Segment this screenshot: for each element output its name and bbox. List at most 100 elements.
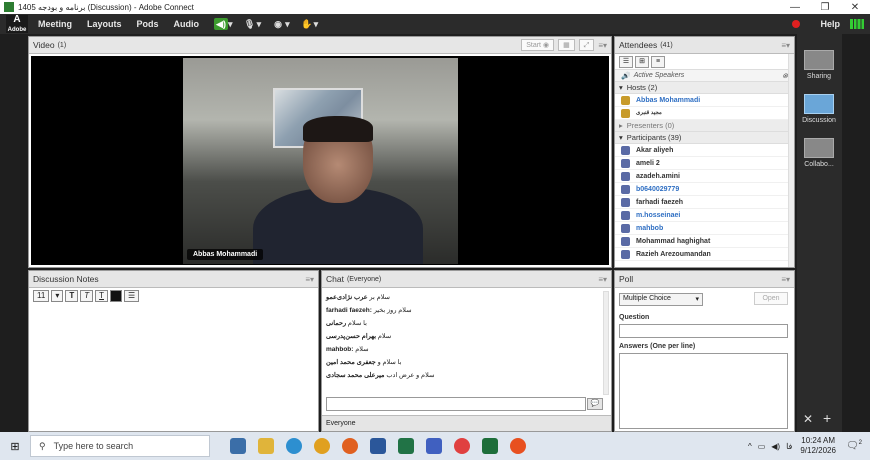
message-text: سلام [353,346,369,353]
video-pod-title: Video [33,40,55,50]
network-icon[interactable]: ▭ [758,442,766,451]
bullet-list-icon[interactable]: ☰ [124,290,140,302]
adobe-connect-icon[interactable] [482,438,498,454]
layout-sharing[interactable]: Sharing [801,50,837,80]
breakout-icon[interactable]: ⊞ [635,55,649,68]
list-item[interactable]: b0640029779 [615,183,794,196]
list-item[interactable]: Akar aliyeh [615,144,794,157]
raise-hand-icon: ✋ [301,19,313,29]
chevron-up-icon[interactable]: ^ [748,442,752,451]
notification-icon[interactable]: 🗨2 [846,440,862,451]
app-icon[interactable] [510,438,526,454]
layout-collaboration[interactable]: Collabo... [801,138,837,168]
question-input[interactable] [619,324,788,338]
menu-audio[interactable]: Audio [174,19,200,29]
edge-icon[interactable] [286,438,302,454]
chat-input[interactable] [326,397,586,411]
bold-icon[interactable]: T [65,290,79,302]
start-webcam-button[interactable]: Start ◉ [521,39,555,51]
message-user: رحمانی [326,320,347,327]
webcam-control[interactable]: ◉ ▾ [271,18,289,30]
list-item[interactable]: مجید قنبری [615,107,794,120]
presenters-group-header[interactable]: ▸ Presenters (0) [615,120,794,132]
pod-menu-icon[interactable]: ≡▾ [598,41,607,50]
pod-menu-icon[interactable]: ≡▾ [305,275,314,284]
chat-message: سلام بر عرب نژادی‌عمو [326,291,599,304]
answers-label: Answers (One per line) [619,343,696,350]
speaker-icon: 🔊 [621,72,630,80]
add-layout-icon[interactable]: + [823,410,831,426]
raise-hand-control[interactable]: ✋ ▾ [300,18,318,30]
underline-icon[interactable]: T [95,290,108,302]
menu-pods[interactable]: Pods [137,19,159,29]
participant-user-icon [621,223,630,233]
send-message-icon[interactable]: 💬 [587,398,603,410]
list-view-icon[interactable]: ☰ [619,55,633,68]
hosts-group-header[interactable]: ▾ Hosts (2) [615,82,794,94]
italic-icon[interactable]: T [80,290,94,302]
notes-format-bar: 11 ▾ T T T ☰ [29,288,318,304]
list-item[interactable]: Abbas Mohammadi [615,94,794,107]
attendees-scrollbar[interactable] [788,54,794,267]
help-menu[interactable]: Help [820,19,840,29]
active-speakers-bar[interactable]: 🔊 Active Speakers ⊗ [615,70,794,82]
pod-menu-icon[interactable]: ≡▾ [781,41,790,50]
list-item[interactable]: azadeh.amini [615,170,794,183]
list-item[interactable]: Razieh Arezoumandan [615,248,794,261]
tools-icon[interactable]: ✕ [803,412,813,426]
file-explorer-icon[interactable] [258,438,274,454]
list-item[interactable]: farhadi faezeh [615,196,794,209]
status-view-icon[interactable]: ≡ [651,55,665,68]
poll-pod: Poll ≡▾ Multiple Choice ▾ Open Question A… [614,270,795,432]
chat-audience: (Everyone) [346,275,382,283]
menu-meeting[interactable]: Meeting [38,19,72,29]
poll-type-select[interactable]: Multiple Choice ▾ [619,293,703,306]
windows-start-icon[interactable]: ⊞ [0,440,30,453]
text-color-icon[interactable] [110,290,122,302]
font-size-select[interactable]: 11 [33,290,50,302]
pod-menu-icon[interactable]: ≡▾ [781,275,790,284]
window-title: برنامه و بودجه 1405 (Discussion) - Adobe… [18,2,194,12]
layout-discussion[interactable]: Discussion [801,94,837,124]
list-item[interactable]: Mohammad haghighat [615,235,794,248]
participants-group-header[interactable]: ▾ Participants (39) [615,132,794,144]
chrome-icon[interactable] [314,438,330,454]
word-icon[interactable] [370,438,386,454]
list-item[interactable]: m.hosseinaei [615,209,794,222]
taskbar-search[interactable]: ⚲ Type here to search [30,435,210,457]
microphone-control[interactable]: 🎙 ▾ [243,18,261,30]
close-button[interactable]: ✕ [840,2,870,13]
maximize-button[interactable]: ❐ [810,2,840,13]
chevron-down-icon[interactable]: ▾ [51,290,64,302]
excel-icon[interactable] [398,438,414,454]
video-feed[interactable]: Abbas Mohammadi [183,58,458,264]
system-tray: ^ ▭ ◀) فا 10:24 AM 9/12/2026 🗨2 [748,436,870,456]
participant-user-icon [621,249,630,259]
notes-pod-header: Discussion Notes ≡▾ [29,271,318,288]
video-grid-icon[interactable]: ▦ [558,39,575,51]
volume-icon[interactable]: ◀) [771,442,780,451]
chat-tab-everyone[interactable]: Everyone [322,415,611,431]
firefox-icon[interactable] [342,438,358,454]
app-icon[interactable] [454,438,470,454]
minimize-button[interactable]: — [780,2,810,13]
language-icon[interactable]: فا [786,442,792,451]
chat-message: سلام و عرض ادب میرعلی محمد سجادی [326,369,599,382]
task-view-icon[interactable] [230,438,246,454]
speaker-control[interactable]: ◀) ▾ [214,18,233,30]
notes-pod-title: Discussion Notes [33,274,99,284]
recording-indicator-icon[interactable] [792,20,801,28]
chat-scrollbar[interactable] [603,291,609,395]
poll-open-button[interactable]: Open [754,292,788,305]
attendees-pod: Attendees (41) ≡▾ ☰ ⊞ ≡ 🔊 Active Speaker… [614,36,795,268]
list-item[interactable]: ameli 2 [615,157,794,170]
chat-message: farhadi faezeh: سلام روز بخیر [326,304,599,317]
app-icon[interactable] [426,438,442,454]
participant-user-icon [621,145,630,155]
clock[interactable]: 10:24 AM 9/12/2026 [800,436,836,456]
list-item[interactable]: mahbob [615,222,794,235]
fullscreen-icon[interactable]: ⤢ [578,39,595,51]
pod-menu-icon[interactable]: ≡▾ [598,275,607,284]
answers-input[interactable] [619,353,788,429]
menu-layouts[interactable]: Layouts [87,19,122,29]
